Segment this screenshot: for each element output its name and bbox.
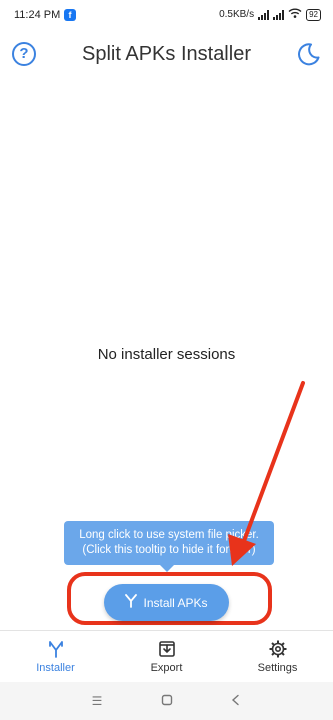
export-icon: [158, 641, 175, 657]
signal-icon: [258, 9, 270, 20]
nav-item-export[interactable]: Export: [111, 631, 222, 682]
bottom-navigation: Installer Export Settings: [0, 630, 333, 682]
network-speed: 0.5KB/s: [219, 9, 255, 20]
split-icon: [125, 594, 138, 611]
install-apks-label: Install APKs: [143, 595, 208, 610]
tooltip-line-1: Long click to use system file picker.: [79, 529, 259, 541]
split-icon: [48, 641, 63, 658]
nav-label-export: Export: [150, 662, 183, 674]
system-navigation-bar: ☰: [0, 682, 333, 720]
empty-state-text: No installer sessions: [97, 346, 236, 363]
gear-icon: [269, 640, 286, 658]
home-icon[interactable]: [160, 694, 174, 708]
facebook-icon: f: [64, 9, 76, 21]
nav-item-settings[interactable]: Settings: [222, 631, 333, 682]
status-bar: 11:24 PM f 0.5KB/s 92: [0, 0, 333, 30]
battery-icon: 92: [306, 8, 321, 21]
status-time: 11:24 PM: [14, 9, 61, 21]
wifi-icon: [288, 8, 302, 21]
nav-label-installer: Installer: [36, 662, 75, 674]
nav-item-installer[interactable]: Installer: [0, 631, 111, 682]
tooltip-line-2: (Click this tooltip to hide it forever): [82, 544, 256, 556]
moon-icon[interactable]: [297, 42, 321, 66]
nav-label-settings: Settings: [257, 662, 298, 674]
tooltip-pointer: [160, 565, 174, 572]
install-apks-button[interactable]: Install APKs: [104, 584, 229, 621]
tooltip[interactable]: Long click to use system file picker. (C…: [64, 521, 274, 565]
page-title: Split APKs Installer: [82, 43, 251, 65]
signal-icon-2: [273, 9, 285, 20]
menu-icon[interactable]: ☰: [90, 694, 104, 708]
status-indicators: 0.5KB/s 92: [219, 8, 321, 21]
back-icon[interactable]: [229, 694, 243, 708]
app-bar: ? Split APKs Installer: [0, 30, 333, 78]
